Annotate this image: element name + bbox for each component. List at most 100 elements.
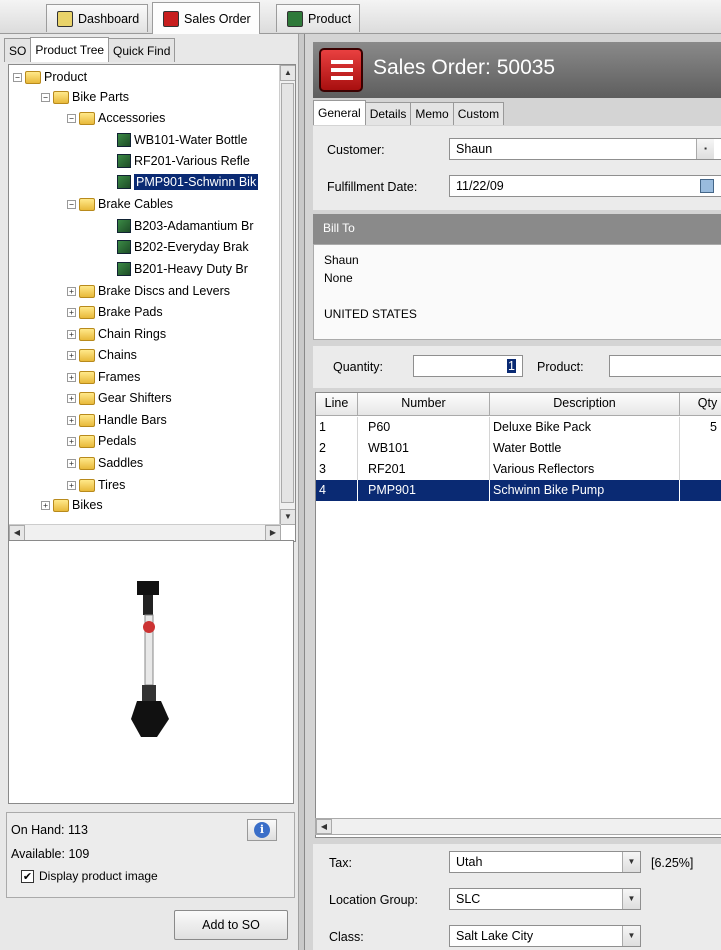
quantity-input[interactable]: 1 [413,355,523,377]
scroll-down-icon[interactable]: ▼ [280,509,295,525]
expand-icon[interactable]: + [67,350,76,360]
info-button[interactable]: i [247,819,277,841]
chevron-down-icon[interactable]: ▼ [622,926,640,946]
tree-label: Brake Cables [98,197,174,211]
lookup-icon[interactable]: ▪ [696,139,714,159]
expand-icon[interactable]: + [41,500,50,510]
tree-folder[interactable]: + Brake Discs and Levers [67,281,230,301]
tree-folder[interactable]: + Handle Bars [67,410,167,430]
available-text: Available: 109 [11,847,90,861]
class-select[interactable]: Salt Lake City ▼ [449,925,641,947]
fulfillment-date-label: Fulfillment Date: [327,180,418,194]
expand-icon[interactable]: + [67,286,76,296]
folder-icon [79,456,95,470]
customer-field[interactable]: Shaun ▪ [449,138,721,160]
folder-icon [79,197,95,211]
tab-custom[interactable]: Custom [452,102,505,125]
product-tree[interactable]: − Product − Bike Parts − Accessories WB101-… [8,64,296,542]
scroll-left-icon[interactable]: ◀ [316,819,332,834]
col-header-line[interactable]: Line [316,393,358,416]
location-group-label: Location Group: [329,893,418,907]
collapse-icon[interactable]: − [13,72,22,82]
table-row-selected[interactable]: 4 PMP901 Schwinn Bike Pump [316,480,721,501]
col-header-number[interactable]: Number [358,393,490,416]
display-image-checkbox-row[interactable]: ✔ Display product image [21,869,158,883]
tree-product-item[interactable]: WB101-Water Bottle [117,130,247,150]
expand-icon[interactable]: + [67,415,76,425]
expand-icon[interactable]: + [67,393,76,403]
tree-folder[interactable]: + Saddles [67,453,143,473]
product-icon [117,154,131,168]
tree-node-brake-cables[interactable]: − Brake Cables [67,194,173,214]
table-row[interactable]: 2 WB101 Water Bottle [316,438,721,459]
tree-product-item[interactable]: B203-Adamantium Br [117,216,254,236]
col-header-qty[interactable]: Qty [680,393,721,416]
cell-line: 1 [316,417,358,438]
chevron-down-icon[interactable]: ▼ [622,852,640,872]
tree-label: Tires [98,478,126,492]
tab-dashboard[interactable]: Dashboard [46,4,149,32]
tree-label: Chain Rings [98,327,167,341]
tab-general[interactable]: General [313,100,366,125]
tree-vertical-scrollbar[interactable]: ▲ ▼ [279,65,295,525]
left-tab-bar: SO Product Tree Quick Find [4,37,176,62]
expand-icon[interactable]: + [67,436,76,446]
sales-order-icon [163,10,179,27]
address-line: Shaun [324,253,359,267]
collapse-icon[interactable]: − [67,199,76,209]
product-input[interactable] [609,355,721,377]
tab-so[interactable]: SO [4,38,32,62]
scroll-right-icon[interactable]: ▶ [265,525,281,541]
tree-product-item[interactable]: B201-Heavy Duty Br [117,259,248,279]
display-image-checkbox[interactable]: ✔ [21,869,34,883]
tree-node-product[interactable]: − Product [13,67,87,87]
expand-icon[interactable]: + [67,458,76,468]
location-group-select[interactable]: SLC ▼ [449,888,641,910]
tab-memo[interactable]: Memo [410,102,454,125]
tab-sales-order[interactable]: Sales Order [152,2,260,34]
scroll-thumb[interactable] [281,83,294,503]
add-to-so-button[interactable]: Add to SO [174,910,288,940]
tree-folder[interactable]: + Tires [67,475,125,495]
tree-product-item-selected[interactable]: PMP901-Schwinn Bik [117,172,259,192]
tree-label: Bikes [72,498,103,512]
tree-node-accessories[interactable]: − Accessories [67,108,165,128]
expand-icon[interactable]: + [67,480,76,490]
cell-description: Water Bottle [490,438,680,459]
add-item-bar: Quantity: 1 Product: [313,346,721,388]
col-header-description[interactable]: Description [490,393,680,416]
expand-icon[interactable]: + [67,372,76,382]
table-row[interactable]: 3 RF201 Various Reflectors [316,459,721,480]
collapse-icon[interactable]: − [41,92,50,102]
table-row[interactable]: 1 P60 Deluxe Bike Pack 5 [316,417,721,438]
scroll-up-icon[interactable]: ▲ [280,65,295,81]
tree-folder[interactable]: + Frames [67,367,140,387]
tab-quick-find[interactable]: Quick Find [108,38,176,62]
tab-product-tree[interactable]: Product Tree [30,37,110,62]
expand-icon[interactable]: + [67,307,76,317]
tree-folder[interactable]: + Gear Shifters [67,388,172,408]
calendar-icon[interactable] [700,179,714,193]
tax-select[interactable]: Utah ▼ [449,851,641,873]
fulfillment-date-field[interactable]: 11/22/09 [449,175,721,197]
tree-folder[interactable]: + Pedals [67,431,136,451]
tab-details[interactable]: Details [364,102,412,125]
grid-horizontal-scrollbar[interactable]: ◀ [315,818,721,835]
tree-folder[interactable]: + Bikes [41,495,103,515]
tree-product-item[interactable]: B202-Everyday Brak [117,237,249,257]
tree-folder[interactable]: + Chains [67,345,137,365]
scroll-left-icon[interactable]: ◀ [9,525,25,541]
tree-folder[interactable]: + Chain Rings [67,324,166,344]
expand-icon[interactable]: + [67,329,76,339]
tree-node-bike-parts[interactable]: − Bike Parts [41,87,129,107]
line-items-grid[interactable]: Line Number Description Qty 1 P60 Deluxe… [315,392,721,838]
chevron-down-icon[interactable]: ▼ [622,889,640,909]
collapse-icon[interactable]: − [67,113,76,123]
tree-horizontal-scrollbar[interactable]: ◀ ▶ [9,524,281,541]
sales-order-header: Sales Order: 50035 [313,42,721,98]
tree-product-item[interactable]: RF201-Various Refle [117,151,250,171]
tab-label: Dashboard [78,11,140,26]
tree-label: Chains [98,348,137,362]
tree-folder[interactable]: + Brake Pads [67,302,163,322]
tab-product[interactable]: Product [276,4,361,32]
